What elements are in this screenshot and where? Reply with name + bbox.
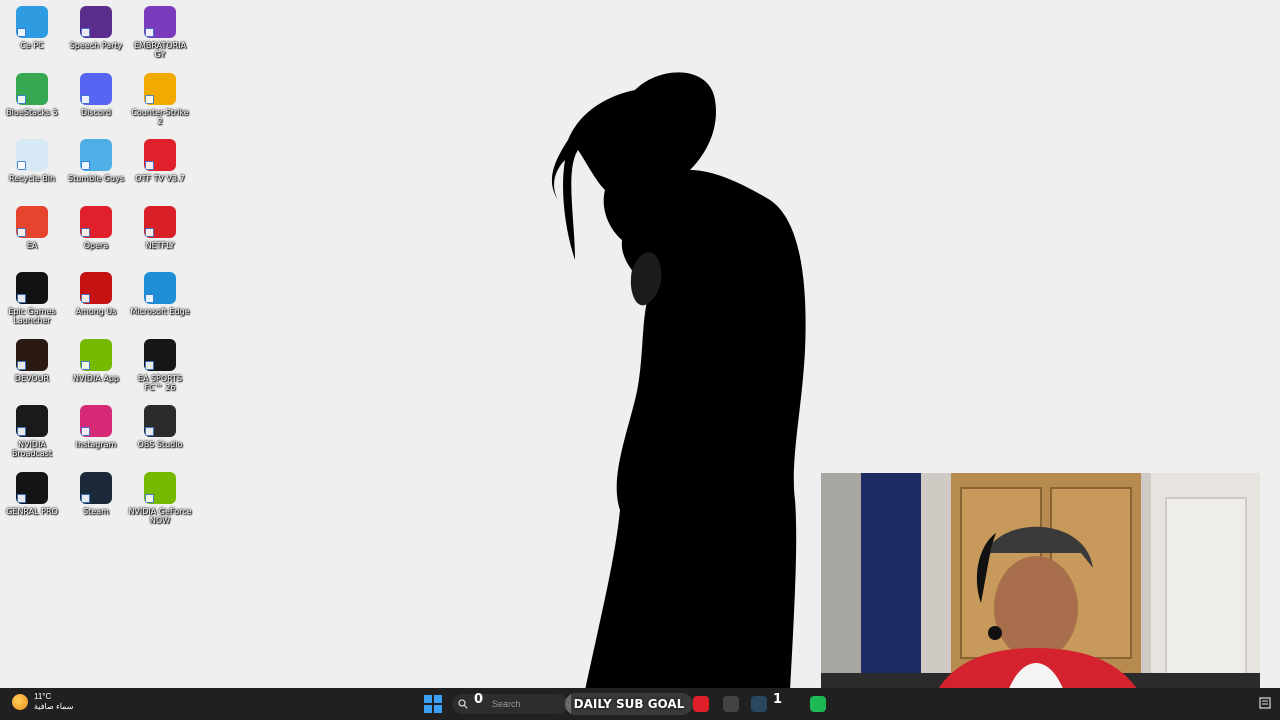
start-logo-tile	[424, 695, 432, 703]
taskbar-search-input[interactable]: Search	[452, 694, 568, 714]
desktop-shortcut-label: Counter-Strike 2	[131, 107, 189, 126]
desktop-shortcut[interactable]: Microsoft Edge	[128, 272, 192, 316]
desktop-shortcut-label: NETFLY	[145, 240, 175, 250]
desktop-shortcut[interactable]: Opera	[64, 205, 128, 250]
desktop-shortcut[interactable]: Speech Party	[64, 6, 128, 50]
desktop-shortcut-label: BlueStacks 5	[6, 107, 58, 117]
sub-goal-progress-bar: DAILY SUB GOAL	[565, 693, 693, 715]
search-placeholder: Search	[492, 699, 521, 709]
opera-icon[interactable]	[693, 696, 709, 712]
play-logo-icon	[144, 139, 176, 171]
steam-icon[interactable]	[751, 696, 767, 712]
start-logo-tile	[434, 695, 442, 703]
desktop-shortcut-label: NVIDIA Broadcast	[11, 440, 53, 458]
desktop-shortcut-label: OTF TV V3.7	[135, 174, 185, 183]
webcam-scene	[821, 473, 1260, 720]
geforce-now-icon	[144, 471, 176, 504]
desktop-shortcut-label: Discord	[80, 107, 112, 117]
desktop-shortcut-label: EMBRATORIA GY	[133, 41, 187, 59]
wallpaper-silhouette	[551, 72, 806, 690]
desktop-shortcut[interactable]: EA	[0, 205, 64, 250]
obs-icon	[144, 405, 176, 437]
desktop-shortcut[interactable]: Steam	[64, 471, 128, 516]
desktop-shortcut[interactable]: GENRAL PRO	[0, 471, 64, 516]
desktop-shortcut[interactable]: OTF TV V3.7	[128, 139, 192, 183]
desktop-shortcut[interactable]: Discord	[64, 72, 128, 117]
netfly-icon	[144, 205, 176, 238]
counter-strike-icon	[144, 72, 176, 105]
bluestacks-icon	[16, 72, 48, 105]
computer-monitor-icon	[16, 6, 48, 38]
taskbar: 11°C سماء صافية Search 0 DAILY SUB GOAL …	[0, 688, 1280, 720]
nvidia-icon	[80, 338, 112, 371]
start-button[interactable]	[424, 695, 442, 713]
desktop-shortcut[interactable]: DEVOUR	[0, 338, 64, 383]
weather-condition: سماء صافية	[34, 702, 74, 711]
e-logo-icon	[144, 6, 176, 38]
spotify-icon[interactable]	[810, 696, 826, 712]
desktop-shortcut-label: Speech Party	[69, 41, 123, 50]
desktop-shortcut-label: Recycle Bin	[8, 174, 56, 183]
weather-temperature: 11°C	[34, 692, 52, 701]
discord-icon	[80, 72, 112, 105]
recycle-bin-icon	[16, 139, 48, 171]
desktop-shortcut[interactable]: EA SPORTS FC™ 26	[128, 338, 192, 392]
desktop-shortcut[interactable]: NETFLY	[128, 205, 192, 250]
webcam-feed	[821, 473, 1260, 720]
sub-goal-current-count: 0	[474, 692, 484, 707]
ea-sports-fc-icon	[144, 338, 176, 371]
desktop-shortcut[interactable]: BlueStacks 5	[0, 72, 64, 117]
desktop-shortcut[interactable]: Epic Games Launcher	[0, 272, 64, 325]
desktop-shortcut-label: Ce PC	[20, 41, 44, 50]
weather-sun-icon	[12, 694, 28, 710]
weather-widget[interactable]: 11°C سماء صافية	[12, 692, 74, 712]
opera-icon	[80, 205, 112, 238]
party-game-icon	[80, 6, 112, 38]
ea-icon	[16, 205, 48, 238]
desktop-shortcut[interactable]: NVIDIA Broadcast	[0, 405, 64, 458]
desktop-shortcut[interactable]: OBS Studio	[128, 405, 192, 449]
notification-icon[interactable]	[1258, 696, 1272, 710]
start-logo-tile	[434, 705, 442, 713]
sub-goal-label: DAILY SUB GOAL	[573, 697, 685, 711]
among-us-icon	[80, 272, 112, 304]
desktop-shortcut[interactable]: NVIDIA GeForce NOW	[128, 471, 192, 525]
devour-icon	[16, 338, 48, 371]
epic-games-icon	[16, 272, 48, 304]
desktop-icons: Ce PC Speech Party EMBRATORIA GY BlueStacks…	[0, 0, 200, 688]
desktop-shortcut-label: EA SPORTS FC™ 26	[137, 373, 183, 392]
desktop-shortcut-label: Steam	[83, 506, 109, 516]
instagram-icon	[80, 405, 112, 437]
desktop-shortcut-label: Opera	[83, 240, 109, 250]
desktop-shortcut-label: NVIDIA App	[73, 373, 119, 383]
desktop-shortcut-label: GENRAL PRO	[6, 506, 58, 516]
desktop-shortcut-label: DEVOUR	[14, 373, 50, 383]
desktop-shortcut[interactable]: EMBRATORIA GY	[128, 6, 192, 59]
obs-icon[interactable]	[723, 696, 739, 712]
desktop-shortcut[interactable]: Recycle Bin	[0, 139, 64, 183]
desktop-shortcut[interactable]: Ce PC	[0, 6, 64, 50]
genral-pro-icon	[16, 471, 48, 504]
desktop-shortcut-label: Instagram	[75, 440, 117, 449]
edge-icon	[144, 272, 176, 304]
stumble-guys-icon	[80, 139, 112, 171]
desktop-shortcut[interactable]: Counter-Strike 2	[128, 72, 192, 126]
desktop-shortcut-label: Stumble Guys	[67, 174, 124, 183]
desktop-shortcut-label: NVIDIA GeForce NOW	[128, 506, 192, 525]
search-icon	[458, 699, 468, 709]
desktop-shortcut-label: OBS Studio	[137, 440, 183, 449]
desktop-shortcut-label: Among Us	[75, 307, 117, 316]
desktop-shortcut-label: Epic Games Launcher	[8, 307, 56, 325]
sub-goal-target-count: 1	[773, 692, 783, 707]
nvidia-broadcast-icon	[16, 405, 48, 437]
desktop-shortcut[interactable]: Among Us	[64, 272, 128, 316]
desktop-shortcut[interactable]: NVIDIA App	[64, 338, 128, 383]
start-logo-tile	[424, 705, 432, 713]
desktop-shortcut[interactable]: Stumble Guys	[64, 139, 128, 183]
steam-icon	[80, 471, 112, 504]
desktop-shortcut-label: EA	[26, 240, 38, 250]
desktop-shortcut-label: Microsoft Edge	[130, 307, 190, 316]
desktop-shortcut[interactable]: Instagram	[64, 405, 128, 449]
